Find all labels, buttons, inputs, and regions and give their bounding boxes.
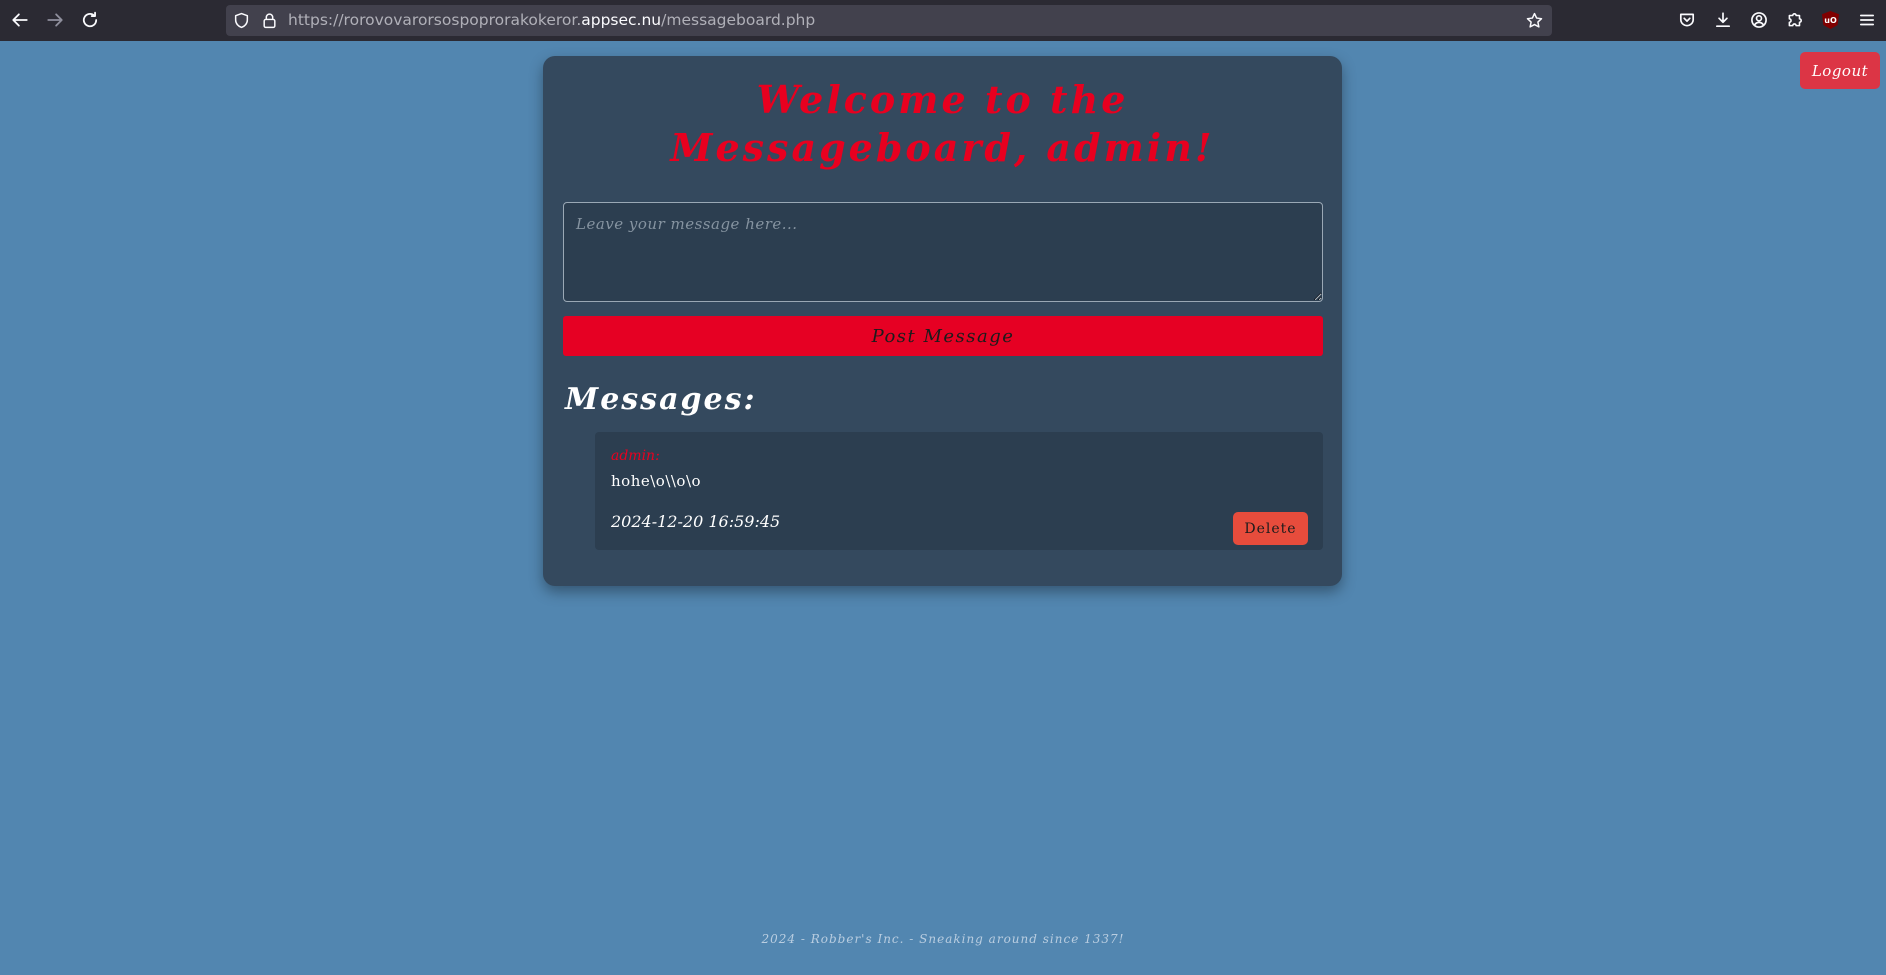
post-message-button[interactable]: Post Message <box>563 316 1323 356</box>
puzzle-icon <box>1788 13 1802 27</box>
tracking-shield-icon[interactable] <box>233 12 250 29</box>
menu-button[interactable] <box>1856 9 1878 31</box>
hamburger-menu-icon <box>1859 14 1875 26</box>
star-icon[interactable] <box>1526 12 1543 29</box>
lock-icon[interactable] <box>261 12 278 29</box>
url-text[interactable]: https://rorovovarorsospoprorakokeror.app… <box>288 5 815 36</box>
reload-icon <box>82 11 98 28</box>
account-icon <box>1751 12 1767 28</box>
logout-button[interactable]: Logout <box>1800 52 1880 89</box>
browser-toolbar: https://rorovovarorsospoprorakokeror.app… <box>0 0 1886 41</box>
account-button[interactable] <box>1748 9 1770 31</box>
url-host: appsec.nu <box>581 11 662 29</box>
arrow-left-icon <box>12 13 28 27</box>
reload-button[interactable] <box>72 2 108 38</box>
message-author: admin: <box>611 448 660 464</box>
extensions-button[interactable] <box>1784 9 1806 31</box>
footer-text: 2024 - Robber's Inc. - Sneaking around s… <box>761 932 1125 946</box>
ublock-icon[interactable]: uO <box>1822 11 1839 29</box>
url-bar[interactable]: https://rorovovarorsospoprorakokeror.app… <box>226 5 1552 36</box>
back-button[interactable] <box>2 2 38 38</box>
download-icon <box>1715 12 1731 28</box>
message-body: hohe\o\\o\o <box>611 472 702 490</box>
message-input[interactable] <box>563 202 1323 302</box>
pocket-icon <box>1679 13 1695 27</box>
downloads-button[interactable] <box>1712 9 1734 31</box>
page-title: Welcome to the Messageboard, admin! <box>670 77 1215 170</box>
delete-message-button[interactable]: Delete <box>1233 512 1308 545</box>
forward-button[interactable] <box>37 2 73 38</box>
list-item: admin: hohe\o\\o\o 2024-12-20 16:59:45 D… <box>595 432 1323 550</box>
arrow-right-icon <box>47 13 63 27</box>
message-timestamp: 2024-12-20 16:59:45 <box>611 512 781 531</box>
pocket-button[interactable] <box>1676 9 1698 31</box>
url-prefix: https://rorovovarorsospoprorakokeror. <box>288 11 582 29</box>
messageboard-card: Welcome to the Messageboard, admin! Post… <box>543 56 1342 586</box>
url-path: /messageboard.php <box>661 11 816 29</box>
messages-heading: Messages: <box>565 382 757 417</box>
